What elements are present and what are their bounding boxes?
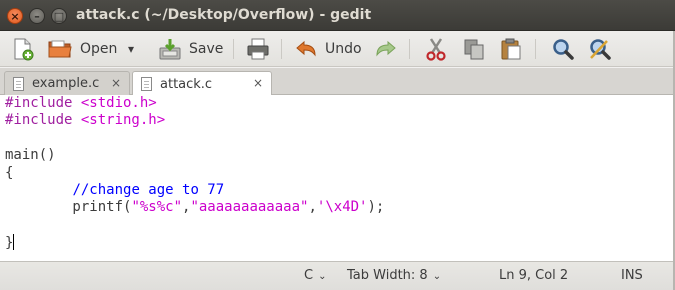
code-line[interactable]: //change age to 77	[5, 182, 673, 199]
redo-button[interactable]	[374, 35, 398, 63]
code-line[interactable]: main()	[5, 147, 673, 164]
close-tab-icon[interactable]: ×	[111, 76, 121, 90]
code-token: "%s%c"	[131, 199, 183, 216]
close-tab-icon[interactable]: ×	[253, 76, 263, 90]
save-icon	[159, 39, 181, 60]
code-token: #include	[5, 112, 81, 129]
text-document-icon	[13, 76, 24, 91]
find-icon	[553, 39, 574, 60]
code-token: <string.h>	[80, 112, 166, 129]
toolbar-separator	[535, 39, 536, 59]
new-document-icon	[14, 38, 34, 61]
close-window-button[interactable]: ×	[7, 8, 23, 24]
cut-button[interactable]	[425, 35, 447, 63]
code-token: }	[5, 235, 14, 252]
redo-icon	[376, 40, 396, 57]
language-label: C	[304, 268, 314, 283]
find-replace-icon	[590, 39, 611, 60]
toolbar-separator	[233, 39, 234, 59]
undo-button[interactable]: Undo	[294, 35, 362, 63]
code-line[interactable]: #include <stdio.h>	[5, 95, 673, 112]
text-cursor	[13, 234, 15, 251]
code-token: main()	[5, 147, 56, 164]
code-token: );	[367, 199, 385, 216]
maximize-window-button[interactable]: □	[51, 8, 67, 24]
save-label: Save	[189, 41, 224, 57]
code-token: '\x4D'	[316, 199, 368, 216]
minimize-window-button[interactable]: –	[29, 8, 45, 24]
code-line[interactable]: {	[5, 165, 673, 182]
print-button[interactable]	[246, 35, 270, 63]
code-token: "aaaaaaaaaaaa"	[190, 199, 309, 216]
find-replace-button[interactable]	[588, 35, 612, 63]
open-recent-dropdown[interactable]: ▾	[128, 35, 134, 63]
insert-mode: INS	[621, 268, 643, 283]
chevron-down-icon: ⌄	[432, 271, 442, 282]
save-button[interactable]: Save	[158, 35, 223, 63]
toolbar: Open ▾ Save Undo	[0, 31, 675, 67]
cursor-position: Ln 9, Col 2	[499, 268, 569, 283]
code-token: #include	[5, 95, 81, 111]
text-document-icon	[141, 77, 152, 91]
open-button[interactable]: Open	[47, 35, 117, 63]
paste-icon	[501, 38, 521, 60]
tab-attack-c[interactable]: attack.c ×	[132, 71, 272, 96]
code-token: //change age to 77	[72, 181, 225, 198]
code-token: <stdio.h>	[80, 95, 157, 111]
print-icon	[247, 38, 269, 60]
tab-width-selector[interactable]: Tab Width: 8 ⌄	[347, 268, 441, 283]
code-line[interactable]: #include <string.h>	[5, 112, 673, 129]
code-line[interactable]	[5, 130, 673, 147]
new-document-button[interactable]	[11, 35, 35, 63]
code-token: {	[5, 164, 14, 181]
code-editor[interactable]: #include <stdio.h> #include <string.h> mai…	[0, 95, 673, 261]
document-tabs: example.c × attack.c ×	[0, 68, 675, 96]
code-token: ,	[308, 199, 317, 216]
tab-width-label: Tab Width: 8	[347, 268, 428, 283]
undo-icon	[296, 40, 316, 57]
copy-icon	[464, 39, 484, 60]
chevron-down-icon: ▾	[128, 42, 135, 56]
title-bar: × – □ attack.c (~/Desktop/Overflow) - ge…	[0, 0, 675, 31]
code-line[interactable]	[5, 217, 673, 234]
chevron-down-icon: ⌄	[318, 271, 327, 282]
find-button[interactable]	[551, 35, 575, 63]
language-selector[interactable]: C ⌄	[304, 268, 326, 283]
toolbar-separator	[409, 39, 410, 59]
cut-icon	[426, 38, 446, 61]
copy-button[interactable]	[463, 35, 485, 63]
code-line[interactable]: }	[5, 234, 673, 251]
paste-button[interactable]	[500, 35, 522, 63]
status-bar: C ⌄ Tab Width: 8 ⌄ Ln 9, Col 2 INS	[0, 261, 675, 290]
toolbar-separator	[281, 39, 282, 59]
tab-label: example.c	[32, 76, 100, 91]
code-token: printf(	[5, 199, 132, 216]
tab-example-c[interactable]: example.c ×	[4, 71, 130, 95]
folder-open-icon	[48, 40, 72, 58]
code-line[interactable]: printf("%s%c","aaaaaaaaaaaa",'\x4D');	[5, 199, 673, 216]
undo-label: Undo	[325, 41, 362, 57]
open-label: Open	[80, 41, 118, 57]
tab-label: attack.c	[160, 76, 213, 92]
window-title: attack.c (~/Desktop/Overflow) - gedit	[76, 7, 372, 23]
